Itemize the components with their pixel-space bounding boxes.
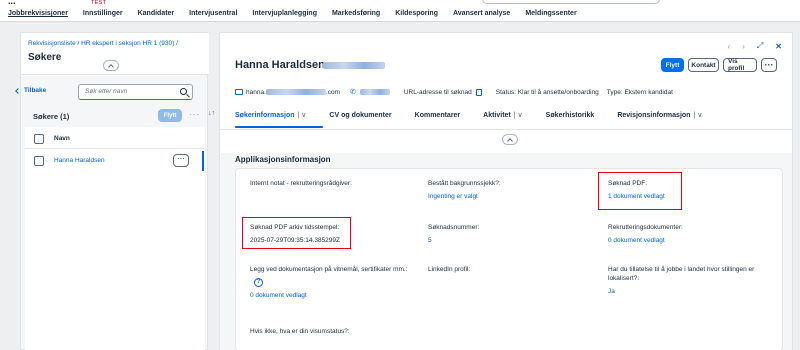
nav-kildesporing[interactable]: Kildesporing — [395, 10, 438, 17]
collapse-header-button[interactable] — [103, 60, 119, 71]
header-actions: Flytt Kontakt Vis profil ··· — [661, 58, 777, 72]
nav-jobbrekvisisjoner[interactable]: Jobbrekvisisjoner — [8, 10, 68, 17]
view-profile-button[interactable]: Vis profil — [723, 58, 757, 72]
section-title: Applikasjonsinformasjon — [235, 155, 331, 164]
help-icon[interactable]: ? — [254, 278, 263, 287]
status-text: Status: Klar til å ansette/onboarding — [495, 88, 599, 96]
environment-tag: TEST — [91, 0, 107, 6]
field-background-check: Bestått bakgrunnssjekk?: Ingenting er va… — [428, 180, 501, 200]
tab-aktivitet[interactable]: Aktivitet | ∨ — [483, 111, 523, 120]
list-column-header: Navn — [25, 129, 205, 149]
tab-cv-og-dokumenter[interactable]: CV og dokumenter — [329, 111, 391, 119]
field-linkedin: LinkedIn profil: — [428, 266, 471, 273]
field-visa-status: Hvis ikke, hva er din visumstatus?: — [250, 328, 350, 335]
tab-sokerhistorikk[interactable]: Søkerhistorikk — [546, 111, 595, 119]
breadcrumb[interactable]: Rekvisisjonsliste / HR ekspert i seksjon… — [28, 40, 178, 47]
chevron-up-icon — [507, 137, 513, 144]
application-url-label[interactable]: URL-adresse til søknad — [404, 89, 472, 96]
collapse-header-button[interactable] — [502, 134, 518, 145]
contact-info: hanna. .com ✆ URL-adresse til søknad Sta… — [235, 88, 673, 96]
contact-button[interactable]: Kontakt — [688, 58, 719, 72]
chevron-left-icon — [15, 87, 21, 94]
brand-logo: ... — [8, 0, 16, 6]
chevron-up-icon — [108, 63, 114, 70]
select-all-checkbox[interactable] — [34, 134, 44, 144]
email-suffix[interactable]: .com — [326, 89, 340, 96]
list-item[interactable]: Hanna Haraldsen ··· — [25, 151, 203, 171]
email-prefix[interactable]: hanna. — [246, 89, 266, 96]
email-icon — [235, 89, 243, 95]
move-button-disabled[interactable]: Flytt — [158, 109, 182, 122]
close-icon[interactable]: ✕ — [775, 42, 782, 51]
global-search-input[interactable] — [482, 0, 660, 4]
tab-revisjonsinformasjon[interactable]: Revisjonsinformasjon | ∨ — [617, 111, 703, 120]
applicant-list: Navn Hanna Haraldsen ··· — [25, 127, 205, 350]
tab-kommentarer[interactable]: Kommentarer — [415, 111, 461, 119]
nav-kandidater[interactable]: Kandidater — [138, 10, 175, 17]
tab-sokerinformasjon[interactable]: Søkerinformasjon | ∨ — [235, 111, 307, 120]
nav-intervjusentral[interactable]: Intervjusentral — [189, 10, 237, 17]
row-more-button[interactable]: ··· — [173, 154, 189, 167]
nav-meldingssenter[interactable]: Meldingssenter — [525, 10, 576, 17]
chevron-down-icon: | ∨ — [297, 112, 307, 119]
application-pdf-link[interactable]: 1 dokument vedlagt — [608, 193, 665, 200]
field-application-pdf: Søknad PDF: 1 dokument vedlagt — [608, 180, 665, 200]
move-button[interactable]: Flytt — [661, 58, 684, 72]
page-title: Søkere — [28, 52, 62, 63]
field-diploma-docs: Legg ved dokumentasjon på vitnemål, sert… — [250, 266, 408, 299]
field-recruitment-docs: Rekrutteringsdokumenter: 0 dokument vedl… — [608, 224, 683, 244]
field-application-number: Søknadsnummer: 5 — [428, 224, 480, 244]
window-controls: ‹ › ⤢ ✕ — [728, 41, 782, 51]
back-label: Tilbake — [24, 87, 47, 94]
applicant-search-input[interactable] — [85, 88, 175, 95]
application-info-card: Internt notat - rekrutteringsrådgiver: B… — [235, 168, 783, 350]
column-name-header: Navn — [54, 135, 70, 142]
row-checkbox[interactable] — [34, 156, 44, 166]
nav-markedsforing[interactable]: Markedsføring — [332, 10, 380, 17]
applicant-detail-panel: ‹ › ⤢ ✕ Hanna Haraldsen Flytt Kontakt Vi… — [219, 32, 793, 350]
more-options-icon[interactable]: ··· — [189, 110, 200, 119]
detail-tabs: Søkerinformasjon | ∨ CV og dokumenter Kom… — [235, 111, 725, 120]
chevron-down-icon: | ∨ — [693, 112, 703, 119]
redacted-text — [323, 62, 385, 69]
recruitment-docs-link[interactable]: 0 dokument vedlagt — [608, 237, 683, 244]
background-check-value[interactable]: Ingenting er valgt — [428, 193, 501, 200]
type-text: Type: Ekstern kandidat — [606, 88, 673, 96]
applicant-count: Søkere (1) — [33, 112, 70, 121]
phone-icon: ✆ — [349, 89, 356, 96]
redacted-email — [265, 89, 326, 95]
active-tab-indicator — [235, 126, 323, 128]
selected-row-indicator — [202, 151, 204, 171]
redacted-phone — [359, 89, 390, 95]
next-icon[interactable]: › — [742, 42, 745, 51]
sort-icon[interactable]: ↓↑ — [208, 110, 215, 117]
search-icon[interactable] — [180, 88, 187, 95]
fullscreen-icon[interactable]: ⤢ — [757, 41, 763, 51]
applicant-name-link[interactable]: Hanna Haraldsen — [54, 157, 105, 164]
more-actions-button[interactable]: ··· — [761, 58, 777, 72]
chevron-down-icon: | ∨ — [513, 112, 523, 119]
copy-icon[interactable] — [475, 88, 482, 96]
applicant-search-field[interactable] — [78, 84, 193, 100]
field-pdf-archive-timestamp: Søknad PDF arkiv tidsstempel: 2025-07-29… — [250, 224, 340, 244]
candidate-name: Hanna Haraldsen — [235, 59, 325, 71]
nav-intervjuplanlegging[interactable]: Intervjuplanlegging — [252, 10, 317, 17]
list-toolbar: Søkere (1) Flytt ··· ↓↑ — [25, 106, 215, 126]
diploma-docs-link[interactable]: 0 dokument vedlagt — [250, 292, 408, 299]
nav-innstillinger[interactable]: Innstillinger — [83, 10, 123, 17]
list-header-area: Rekvisisjonsliste / HR ekspert i seksjon… — [21, 33, 209, 75]
detail-header: ‹ › ⤢ ✕ Hanna Haraldsen Flytt Kontakt Vi… — [220, 33, 792, 153]
top-navigation: ... TEST Jobbrekvisisjoner Innstillinger… — [0, 0, 800, 22]
back-button[interactable]: Tilbake — [15, 87, 47, 94]
nav-avansert-analyse[interactable]: Avansert analyse — [453, 10, 510, 17]
field-internal-note: Internt notat - rekrutteringsrådgiver: — [250, 180, 352, 187]
previous-icon[interactable]: ‹ — [728, 42, 731, 51]
field-work-permit: Har du tillatelse til å jobbe i landet h… — [608, 266, 755, 295]
